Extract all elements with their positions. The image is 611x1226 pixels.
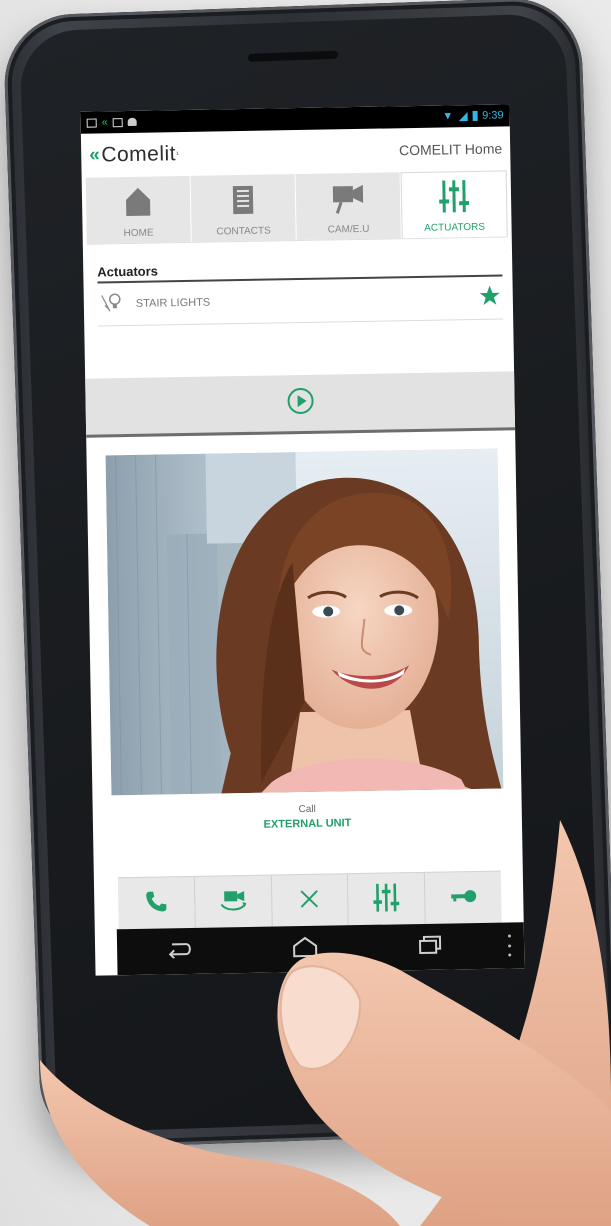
- call-info: Call EXTERNAL UNIT: [93, 800, 522, 833]
- status-bar-system: ▼ 9:39: [442, 109, 504, 122]
- tab-actuators[interactable]: ACTUATORS: [400, 170, 508, 239]
- close-icon: [300, 888, 320, 913]
- app-screen: « ▼ 9:39 « Comelit ¹ COMELIT Home HOME C…: [80, 104, 525, 976]
- android-icon: [127, 117, 137, 126]
- sim-icon: [112, 117, 123, 127]
- app-header: « Comelit ¹ COMELIT Home: [81, 126, 511, 177]
- sliders-icon: [373, 882, 400, 917]
- sliders-icon: [439, 178, 470, 215]
- nav-recent-button[interactable]: [411, 931, 452, 962]
- actuators-section: Actuators STAIR LIGHTS: [97, 257, 504, 327]
- image-icon: [86, 118, 97, 128]
- tab-label: CAM/E.U: [327, 223, 370, 236]
- answer-call-button[interactable]: [117, 876, 196, 931]
- battery-icon: [472, 110, 478, 121]
- tab-label: CONTACTS: [216, 225, 271, 238]
- play-icon[interactable]: [286, 386, 315, 419]
- call-action-bar: [117, 870, 502, 931]
- star-icon[interactable]: [479, 284, 501, 311]
- tab-bar: HOME CONTACTS CAM/E.U ACTUATORS: [85, 170, 508, 245]
- actuators-button[interactable]: [348, 872, 426, 927]
- tab-home[interactable]: HOME: [85, 175, 192, 244]
- home-icon: [125, 184, 152, 220]
- switch-camera-icon: [218, 887, 249, 919]
- page-title: COMELIT Home: [398, 140, 503, 159]
- list-item[interactable]: STAIR LIGHTS: [97, 276, 504, 327]
- tab-contacts[interactable]: CONTACTS: [190, 174, 297, 242]
- open-door-button[interactable]: [425, 872, 502, 925]
- bulb-icon: [98, 289, 129, 320]
- comelit-logo: « Comelit ¹: [89, 142, 180, 167]
- product-photo: « ▼ 9:39 « Comelit ¹ COMELIT Home HOME C…: [0, 0, 611, 1226]
- play-bar[interactable]: [85, 371, 516, 438]
- nav-back-button[interactable]: [160, 936, 201, 967]
- logo-text: Comelit: [101, 142, 177, 167]
- nav-home-button[interactable]: [285, 934, 326, 965]
- actuator-label: STAIR LIGHTS: [135, 296, 211, 310]
- camera-icon: [331, 180, 366, 217]
- phone-icon: [144, 889, 169, 918]
- status-time: 9:39: [482, 109, 504, 122]
- tab-cam[interactable]: CAM/E.U: [295, 172, 402, 241]
- recent-apps-icon: [418, 934, 444, 959]
- signal-icon: [458, 111, 468, 121]
- tab-label: HOME: [123, 227, 154, 240]
- wifi-icon: ▼: [442, 110, 454, 123]
- menu-icon[interactable]: [504, 934, 514, 957]
- back-icon: [166, 939, 194, 962]
- video-feed: [104, 448, 503, 796]
- home-icon: [291, 935, 319, 962]
- status-bar-notifications: «: [86, 116, 137, 129]
- contacts-icon: [232, 182, 255, 218]
- switch-camera-button[interactable]: [194, 875, 273, 929]
- tab-label: ACTUATORS: [424, 221, 486, 234]
- system-nav-bar: [116, 922, 525, 976]
- back-icon: «: [101, 116, 108, 129]
- key-icon: [449, 888, 477, 909]
- hang-up-button[interactable]: [271, 874, 350, 928]
- logo-chevrons-icon: «: [89, 144, 101, 166]
